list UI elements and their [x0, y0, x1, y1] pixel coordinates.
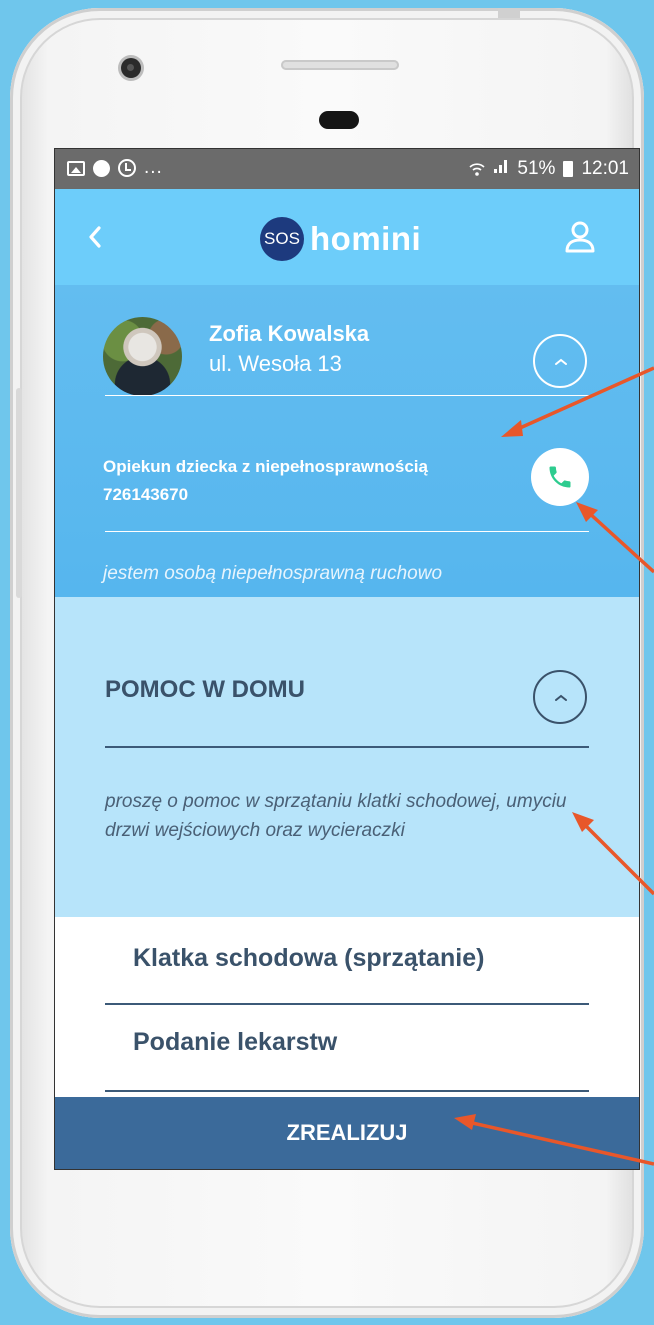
- phone-icon: [549, 466, 571, 488]
- sync-icon: [118, 159, 136, 177]
- earpiece-speaker: [281, 60, 399, 70]
- logo-badge: SOS: [260, 217, 304, 261]
- back-button[interactable]: [83, 223, 107, 251]
- annotation-arrow: [572, 812, 654, 896]
- request-title: POMOC W DOMU: [105, 676, 305, 703]
- status-bar-system: 51% 12:01: [469, 158, 629, 180]
- phone-top-notch: [498, 8, 520, 18]
- caregiver-phone: 726143670: [103, 485, 189, 504]
- list-item[interactable]: Podanie lekarstw: [133, 1028, 337, 1057]
- clock: 12:01: [581, 158, 629, 179]
- status-bar: ... 51% 12:01: [55, 149, 639, 189]
- task-list: Klatka schodowa (sprzątanie) Podanie lek…: [55, 917, 639, 1097]
- battery-icon: [563, 161, 574, 177]
- app-bar: SOS homini: [55, 189, 639, 285]
- divider: [105, 531, 589, 532]
- more-notifications: ...: [144, 157, 163, 178]
- chevron-up-icon: [555, 694, 567, 701]
- user-icon: [565, 221, 595, 253]
- user-note: jestem osobą niepełnosprawną ruchowo: [103, 563, 443, 584]
- list-item[interactable]: Klatka schodowa (sprzątanie): [133, 944, 484, 973]
- avatar: [103, 317, 182, 396]
- wifi-icon: [469, 161, 485, 177]
- app-logo: SOS homini: [260, 217, 421, 261]
- logo-text: homini: [310, 220, 422, 257]
- annotation-arrow: [454, 1114, 654, 1166]
- volume-button: [16, 388, 22, 598]
- front-camera: [121, 58, 141, 78]
- caregiver-title: Opiekun dziecka z niepełnosprawnością: [103, 457, 428, 476]
- gallery-icon: [67, 160, 85, 176]
- user-address: ul. Wesoła 13: [209, 351, 342, 376]
- status-bar-notifications: ...: [67, 157, 163, 179]
- user-name: Zofia Kowalska: [209, 321, 370, 346]
- battery-percent: 51%: [517, 158, 556, 179]
- request-description: proszę o pomoc w sprzątaniu klatki schod…: [105, 791, 567, 841]
- request-panel: POMOC W DOMU proszę o pomoc w sprzątaniu…: [55, 597, 639, 917]
- signal-icon: [493, 158, 509, 180]
- divider: [105, 1090, 589, 1092]
- messenger-icon: [93, 159, 110, 177]
- divider: [105, 1003, 589, 1005]
- profile-button[interactable]: [563, 219, 597, 255]
- collapse-request-button[interactable]: [533, 670, 587, 724]
- phone-screen: ... 51% 12:01 SOS homini Zofia Kowalska …: [54, 148, 640, 1170]
- annotation-arrow: [576, 502, 654, 574]
- annotation-arrow: [501, 366, 654, 437]
- proximity-sensor: [319, 111, 359, 129]
- chevron-left-icon: [89, 226, 101, 248]
- divider: [105, 746, 589, 748]
